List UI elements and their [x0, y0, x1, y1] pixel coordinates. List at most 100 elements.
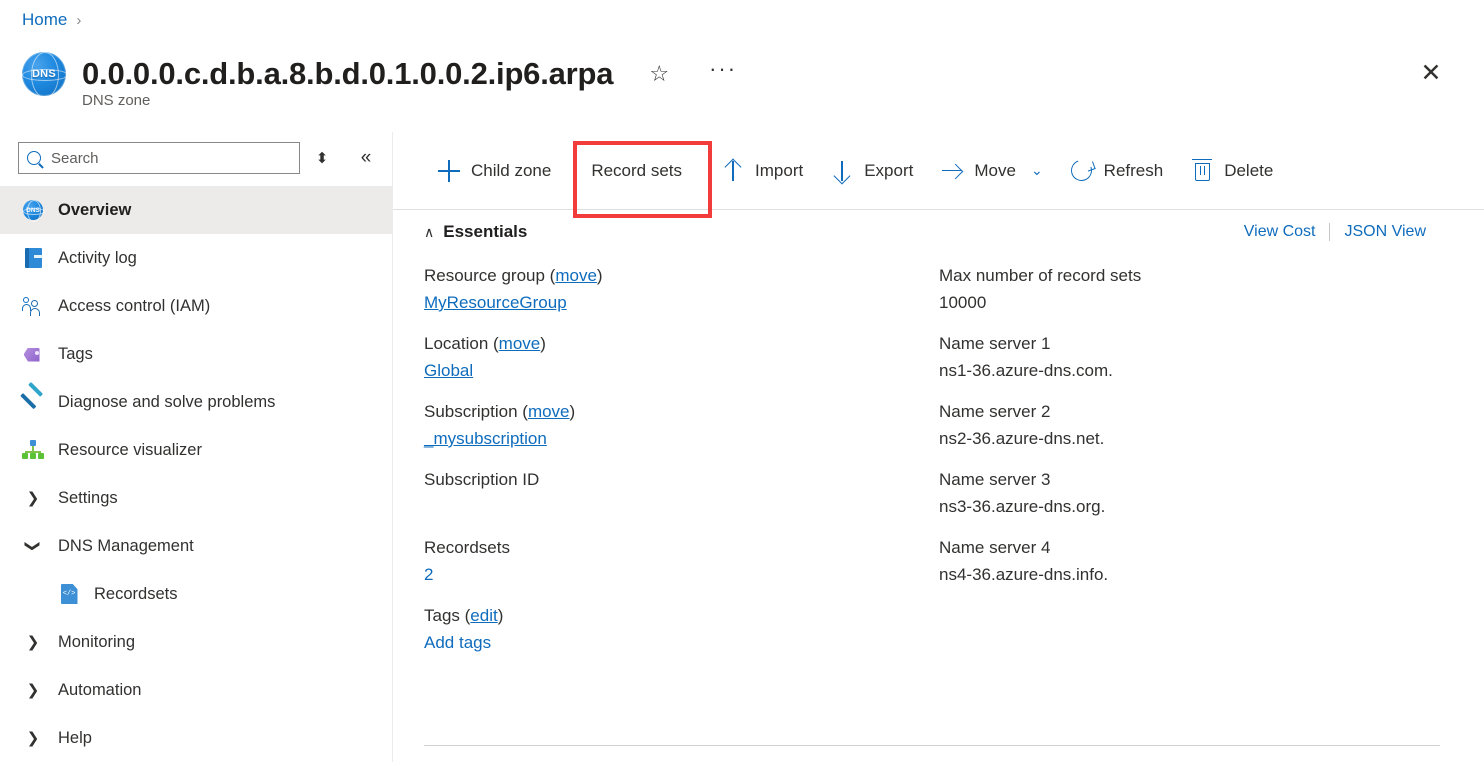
refresh-label: Refresh — [1104, 161, 1164, 181]
field-label: Name server 1 — [939, 330, 1484, 357]
edit-tags-link[interactable]: edit — [470, 606, 497, 625]
json-view-link[interactable]: JSON View — [1330, 223, 1440, 241]
field-subscription: Subscription (move) _mysubscription — [424, 398, 939, 452]
azure-portal-dns-zone-overview: Home › DNS 0.0.0.0.c.d.b.a.8.b.d.0.1.0.0… — [0, 0, 1484, 762]
field-label: Tags (edit) — [424, 602, 939, 629]
sidebar-item-label: Overview — [58, 201, 131, 220]
sidebar-item-resource-visualizer[interactable]: Resource visualizer — [0, 426, 392, 474]
recordsets-count-link[interactable]: 2 — [424, 561, 939, 588]
record-sets-label: Record sets — [591, 161, 682, 181]
sidebar-group-monitoring[interactable]: ❯ Monitoring — [0, 618, 392, 666]
field-name-server-3: Name server 3 ns3-36.azure-dns.org. — [939, 466, 1484, 520]
refresh-icon — [1071, 160, 1093, 182]
resource-visualizer-icon — [22, 439, 44, 461]
move-link[interactable]: move — [528, 402, 570, 421]
add-tags-link[interactable]: Add tags — [424, 629, 939, 656]
page-subtitle: DNS zone — [82, 92, 150, 109]
sidebar-item-access-control[interactable]: Access control (IAM) — [0, 282, 392, 330]
sidebar-item-label: Access control (IAM) — [58, 297, 210, 316]
content-bottom-divider — [424, 745, 1440, 746]
dns-icon: DNS — [22, 199, 44, 221]
refresh-button[interactable]: Refresh — [1057, 154, 1178, 188]
field-name-server-4: Name server 4 ns4-36.azure-dns.info. — [939, 534, 1484, 588]
sidebar-group-settings[interactable]: ❯ Settings — [0, 474, 392, 522]
delete-label: Delete — [1224, 161, 1273, 181]
chevron-right-icon: ❯ — [22, 489, 44, 507]
export-label: Export — [864, 161, 913, 181]
sidebar: ⬍ « DNS Overview Activity log Access con… — [0, 132, 392, 762]
essentials-links: View Cost JSON View — [1230, 223, 1440, 241]
search-icon — [27, 151, 41, 165]
field-label: Max number of record sets — [939, 262, 1484, 289]
field-label: Recordsets — [424, 534, 939, 561]
sidebar-item-activity-log[interactable]: Activity log — [0, 234, 392, 282]
field-recordsets: Recordsets 2 — [424, 534, 939, 588]
field-label-text: Location ( — [424, 334, 499, 353]
page-header: DNS 0.0.0.0.c.d.b.a.8.b.d.0.1.0.0.2.ip6.… — [22, 52, 1464, 114]
name-server-4-value: ns4-36.azure-dns.info. — [939, 561, 1484, 588]
expand-collapse-all-icon[interactable]: ⬍ — [308, 149, 336, 167]
field-label-end: ) — [570, 402, 576, 421]
field-label: Resource group (move) — [424, 262, 939, 289]
export-button[interactable]: Export — [817, 154, 927, 188]
more-options-icon[interactable]: ··· — [709, 65, 737, 84]
search-box[interactable] — [18, 142, 300, 174]
trash-icon — [1191, 160, 1213, 182]
name-server-1-value: ns1-36.azure-dns.com. — [939, 357, 1484, 384]
move-link[interactable]: move — [499, 334, 541, 353]
sidebar-item-label: Help — [58, 729, 92, 748]
main-content: Child zone Record sets Import Export Mov… — [393, 132, 1484, 762]
field-name-server-2: Name server 2 ns2-36.azure-dns.net. — [939, 398, 1484, 452]
sidebar-group-help[interactable]: ❯ Help — [0, 714, 392, 762]
field-name-server-1: Name server 1 ns1-36.azure-dns.com. — [939, 330, 1484, 384]
child-zone-label: Child zone — [471, 161, 551, 181]
sidebar-item-recordsets[interactable]: Recordsets — [0, 570, 392, 618]
field-label-text: Resource group ( — [424, 266, 555, 285]
arrow-up-icon — [722, 160, 744, 182]
name-server-2-value: ns2-36.azure-dns.net. — [939, 425, 1484, 452]
tools-icon — [22, 391, 44, 413]
record-sets-button[interactable]: Record sets — [565, 155, 708, 187]
breadcrumb-home-link[interactable]: Home — [22, 10, 67, 30]
chevron-right-icon: ❯ — [22, 729, 44, 747]
field-label: Location (move) — [424, 330, 939, 357]
field-tags: Tags (edit) Add tags — [424, 602, 939, 656]
import-button[interactable]: Import — [708, 154, 817, 188]
field-resource-group: Resource group (move) MyResourceGroup — [424, 262, 939, 316]
import-label: Import — [755, 161, 803, 181]
page-title: 0.0.0.0.c.d.b.a.8.b.d.0.1.0.0.2.ip6.arpa — [82, 56, 613, 92]
essentials-toggle[interactable]: ∧ Essentials — [424, 222, 527, 242]
field-max-record-sets: Max number of record sets 10000 — [939, 262, 1484, 316]
sidebar-group-automation[interactable]: ❯ Automation — [0, 666, 392, 714]
essentials-title: Essentials — [443, 222, 527, 242]
plus-icon — [438, 160, 460, 182]
favorite-star-icon[interactable]: ☆ — [649, 61, 669, 87]
essentials-left-column: Resource group (move) MyResourceGroup Lo… — [424, 262, 939, 670]
sidebar-item-tags[interactable]: Tags — [0, 330, 392, 378]
search-input[interactable] — [49, 149, 291, 168]
command-toolbar: Child zone Record sets Import Export Mov… — [393, 132, 1484, 210]
collapse-sidebar-icon[interactable]: « — [352, 147, 380, 169]
sidebar-group-dns-management[interactable]: ❯ DNS Management — [0, 522, 392, 570]
subscription-link[interactable]: _mysubscription — [424, 425, 939, 452]
sidebar-item-label: Resource visualizer — [58, 441, 202, 460]
sidebar-nav-list: DNS Overview Activity log Access control… — [0, 186, 392, 762]
child-zone-button[interactable]: Child zone — [424, 154, 565, 188]
location-link[interactable]: Global — [424, 357, 939, 384]
view-cost-link[interactable]: View Cost — [1230, 223, 1330, 241]
field-label: Subscription ID — [424, 466, 939, 493]
move-link[interactable]: move — [555, 266, 597, 285]
sidebar-item-label: Activity log — [58, 249, 137, 268]
field-label: Name server 2 — [939, 398, 1484, 425]
field-label-end: ) — [540, 334, 546, 353]
chevron-down-icon[interactable]: ⌄ — [1031, 162, 1043, 179]
close-blade-button[interactable]: ✕ — [1414, 56, 1448, 90]
activity-log-icon — [22, 247, 44, 269]
sidebar-item-label: Automation — [58, 681, 141, 700]
sidebar-item-overview[interactable]: DNS Overview — [0, 186, 392, 234]
move-button[interactable]: Move ⌄ — [927, 154, 1056, 188]
field-label: Name server 4 — [939, 534, 1484, 561]
delete-button[interactable]: Delete — [1177, 154, 1287, 188]
sidebar-item-diagnose-and-solve-problems[interactable]: Diagnose and solve problems — [0, 378, 392, 426]
resource-group-link[interactable]: MyResourceGroup — [424, 289, 939, 316]
